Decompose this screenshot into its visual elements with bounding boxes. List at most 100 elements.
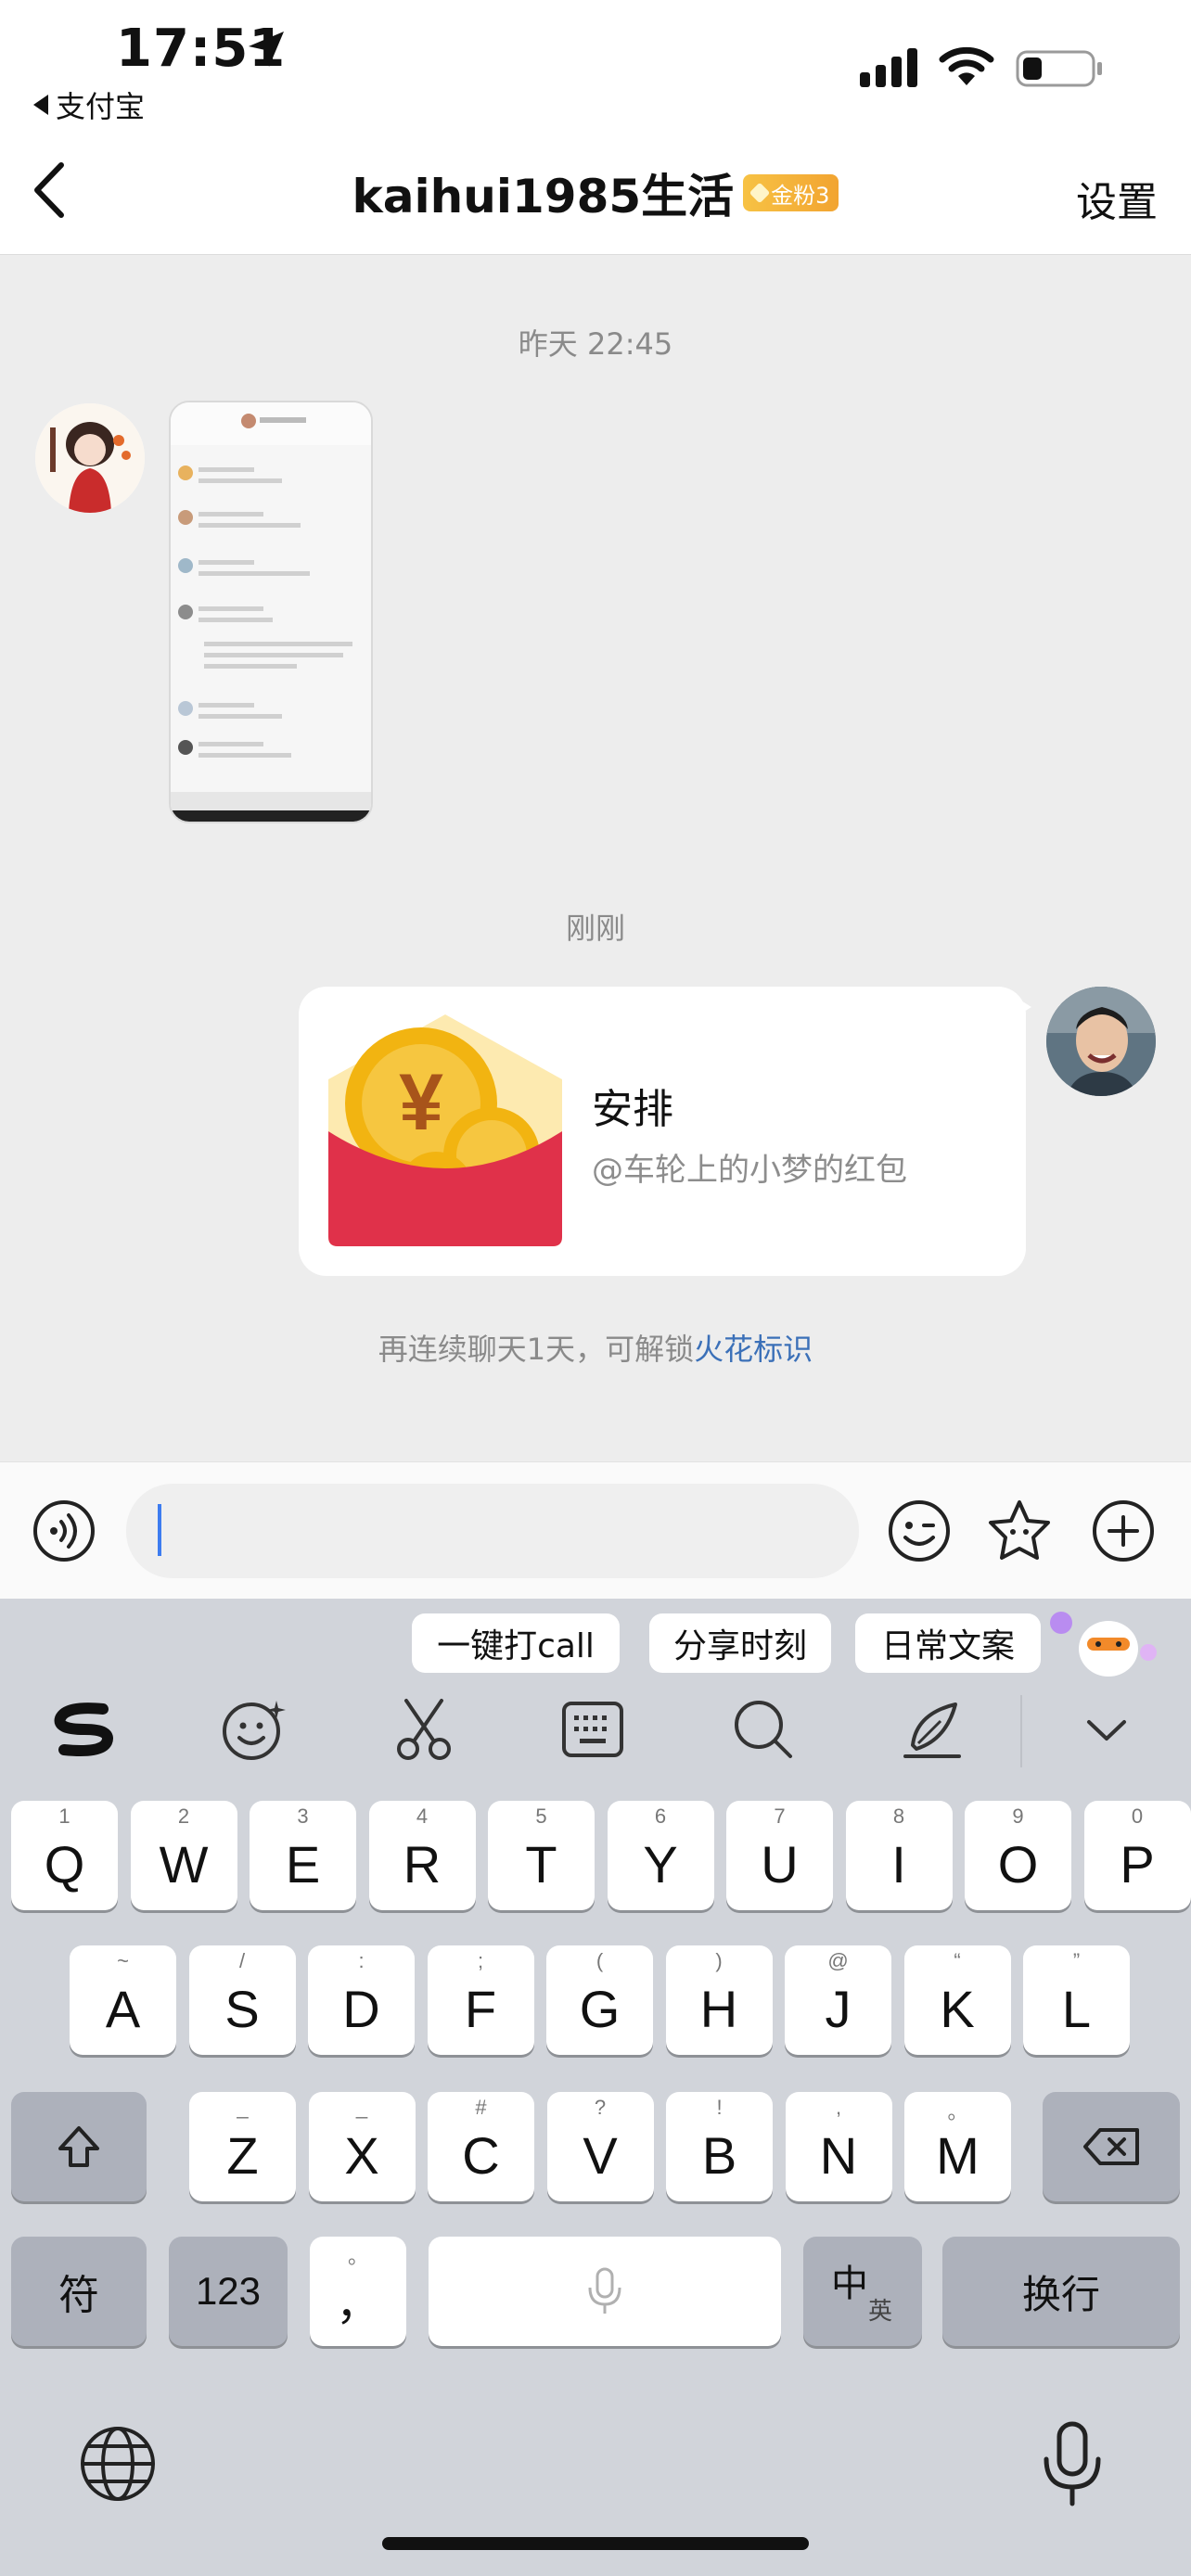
key-g[interactable]: (G — [546, 1945, 653, 2055]
search-icon[interactable] — [722, 1688, 805, 1771]
key-secondary-label: 8 — [892, 1804, 905, 1828]
key-y[interactable]: 6Y — [607, 1801, 714, 1910]
key-secondary-label: ) — [715, 1949, 723, 1972]
globe-icon[interactable] — [76, 2422, 160, 2506]
language-switch-key[interactable]: 中英 — [803, 2237, 922, 2346]
emoji-sparkle-shape — [223, 1701, 286, 1760]
key-secondary-label: ” — [1072, 1949, 1081, 1972]
suggestion-chip[interactable]: 一键打call — [412, 1613, 620, 1673]
key-h[interactable]: ) H — [665, 1945, 773, 2055]
key-label: 符 — [58, 2272, 99, 2319]
dictation-mic-icon[interactable] — [1039, 2420, 1106, 2509]
key-m[interactable]: 。 M — [904, 2092, 1011, 2201]
key-label: N — [819, 2125, 858, 2185]
man-avatar-image — [1046, 987, 1156, 1096]
key-a[interactable]: ~ A — [70, 1945, 176, 2055]
spark-hint-text: 再连续聊天1天，可解锁 — [378, 1332, 695, 1367]
key-label: V — [583, 2125, 618, 2185]
symbol-key[interactable]: 符 — [11, 2237, 147, 2346]
key-k[interactable]: “K — [903, 1945, 1011, 2055]
sticker-star-icon[interactable] — [985, 1497, 1054, 1565]
key-q[interactable]: 1Q — [11, 1801, 118, 1910]
key-label: O — [997, 1834, 1039, 1894]
key-label: ， — [335, 2278, 380, 2330]
my-avatar[interactable] — [1046, 987, 1156, 1096]
key-x[interactable]: _ X — [308, 2092, 416, 2201]
settings-button[interactable]: 设置 — [1076, 169, 1158, 228]
screenshot-thumbnail-image — [171, 402, 371, 822]
suggestion-chip[interactable]: 日常文案 — [855, 1613, 1041, 1673]
key-v[interactable]: ? V — [546, 2092, 654, 2201]
keyboard-shape — [562, 1702, 623, 1757]
keyboard-mascot-icon[interactable] — [1048, 1604, 1169, 1682]
key-secondary-label: : — [358, 1949, 365, 1972]
contact-avatar[interactable] — [35, 403, 145, 513]
message-input[interactable] — [126, 1484, 859, 1578]
key-label: Y — [643, 1834, 678, 1894]
emoji-icon[interactable] — [887, 1498, 952, 1563]
key-b[interactable]: ! B — [666, 2092, 773, 2201]
handwriting-pen-icon[interactable] — [890, 1688, 974, 1771]
svg-text:¥: ¥ — [399, 1058, 443, 1147]
shift-key[interactable] — [11, 2092, 147, 2201]
key-secondary-label: 。 — [347, 2245, 368, 2268]
shift-arrow-icon — [58, 2126, 99, 2167]
key-w[interactable]: 2W — [130, 1801, 237, 1910]
key-f[interactable]: ; F — [427, 1945, 534, 2055]
key-j[interactable]: @ J — [785, 1945, 891, 2055]
spark-badge-link[interactable]: 火花标识 — [694, 1332, 813, 1367]
key-label: Q — [44, 1834, 85, 1894]
key-secondary-label: 6 — [654, 1804, 667, 1828]
key-r[interactable]: 4R — [368, 1801, 476, 1910]
key-secondary-label: 1 — [58, 1804, 70, 1828]
key-secondary-label: # — [475, 2096, 487, 2119]
plus-icon[interactable] — [1091, 1498, 1156, 1563]
key-z[interactable]: _ Z — [189, 2092, 296, 2201]
cellular-signal-icon — [860, 48, 917, 87]
suggestion-chip[interactable]: 分享时刻 — [649, 1613, 831, 1673]
keyboard-layout-icon[interactable] — [551, 1688, 634, 1771]
key-d[interactable]: :D — [308, 1945, 415, 2055]
pen-shape — [903, 1702, 961, 1758]
scissors-icon[interactable] — [382, 1688, 466, 1771]
chevron-down-shape — [1087, 1720, 1126, 1741]
key-o[interactable]: 9O — [965, 1801, 1071, 1910]
key-secondary-label: ? — [594, 2096, 607, 2119]
space-mic-icon — [588, 2267, 621, 2314]
key-l[interactable]: ” L — [1023, 1945, 1130, 2055]
chat-title: kaihui1985生活 — [352, 170, 735, 223]
timestamp-yesterday: 昨天 22:45 — [518, 326, 673, 362]
number-key[interactable]: 123 — [169, 2237, 288, 2346]
key-label: K — [940, 1979, 975, 2038]
key-label: D — [342, 1979, 380, 2038]
keyboard-emoji-icon[interactable] — [211, 1688, 295, 1771]
key-label: P — [1120, 1834, 1155, 1894]
image-message-thumbnail[interactable] — [169, 401, 373, 823]
key-secondary-label: ( — [596, 1949, 604, 1972]
girl-avatar-image — [35, 403, 145, 513]
key-s[interactable]: / S — [188, 1945, 296, 2055]
punctuation-key[interactable]: 。， — [310, 2237, 406, 2346]
return-key[interactable]: 换行 — [942, 2237, 1180, 2346]
key-secondary-label: “ — [954, 1949, 961, 1972]
lang-primary: 中 — [831, 2263, 868, 2305]
key-t[interactable]: 5T — [488, 1801, 595, 1910]
key-c[interactable]: # C — [428, 2092, 534, 2201]
home-indicator — [382, 2537, 809, 2550]
voice-input-icon[interactable] — [32, 1498, 96, 1563]
key-i[interactable]: 8I — [845, 1801, 953, 1910]
key-label: J — [825, 1979, 852, 2038]
toolbar-divider — [1020, 1695, 1022, 1767]
key-secondary-label: _ — [355, 2096, 368, 2119]
key-n[interactable]: ,N — [785, 2092, 892, 2201]
key-u[interactable]: 7U — [726, 1801, 833, 1910]
key-label: E — [285, 1834, 321, 1894]
key-label: H — [699, 1979, 738, 2038]
key-p[interactable]: 0P — [1083, 1801, 1191, 1910]
space-key[interactable] — [429, 2237, 781, 2346]
backspace-key[interactable] — [1043, 2092, 1180, 2201]
collapse-keyboard-chevron-icon[interactable] — [1065, 1688, 1148, 1771]
ime-logo-icon[interactable] — [43, 1688, 126, 1771]
key-e[interactable]: 3E — [250, 1801, 356, 1910]
back-to-app-link[interactable]: 支付宝 — [33, 83, 145, 126]
